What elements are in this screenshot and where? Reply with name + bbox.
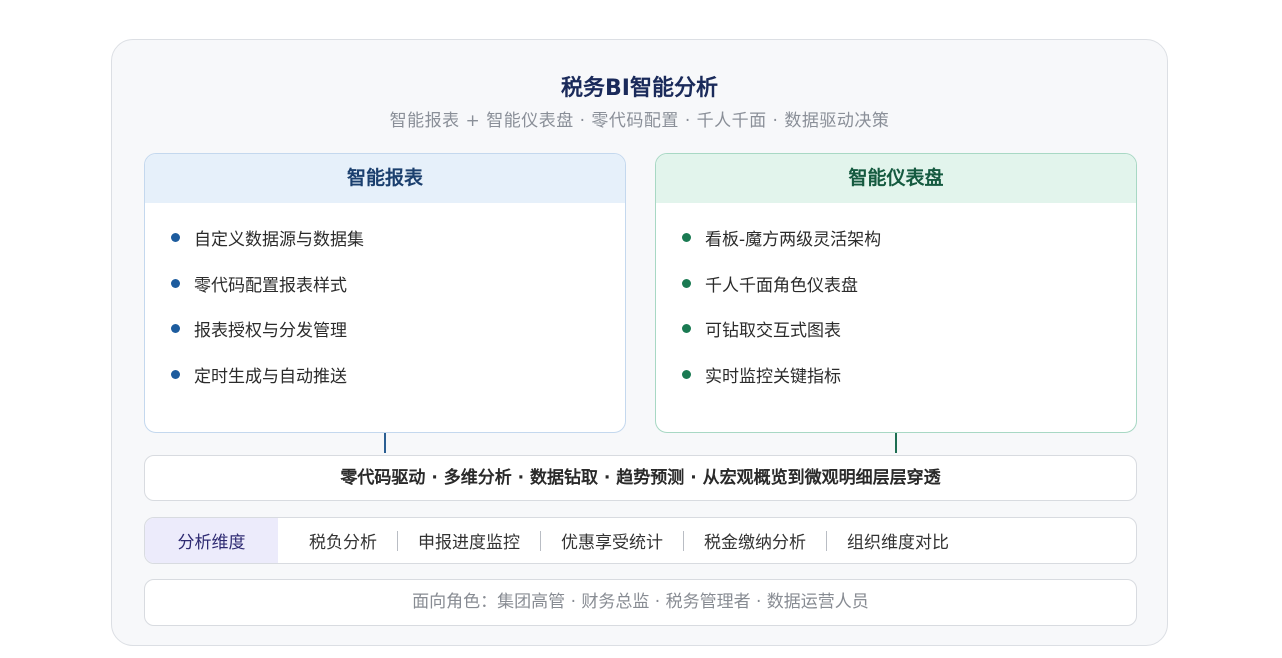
dimensions-list: 税负分析 申报进度监控 优惠享受统计 税金缴纳分析 组织维度对比 [278,518,949,563]
bullet-dot-icon [682,278,691,288]
dimension-item: 优惠享受统计 [561,533,663,553]
dimension-item: 税金缴纳分析 [704,533,806,553]
list-item-label: 定时生成与自动推送 [194,366,347,387]
report-connector-line [384,433,386,453]
list-item-label: 看板-魔方两级灵活架构 [705,230,882,250]
list-item: 零代码配置报表样式 [171,271,625,317]
list-item-label: 报表授权与分发管理 [194,321,347,341]
list-item: 实时监控关键指标 [682,362,1136,408]
list-item-label: 自定义数据源与数据集 [194,230,364,250]
bullet-dot-icon [171,233,180,242]
bullet-dot-icon [682,324,691,333]
list-item: 千人千面角色仪表盘 [682,271,1136,317]
list-item: 定时生成与自动推送 [171,362,625,408]
dimension-item: 申报进度监控 [418,533,520,553]
smart-report-title: 智能报表 [145,154,625,203]
diagram-frame: 税务BI智能分析 智能报表 + 智能仪表盘 · 零代码配置 · 千人千面 · 数… [111,39,1168,646]
dimensions-label: 分析维度 [145,518,278,563]
diagram-title: 税务BI智能分析 [561,76,718,101]
bullet-dot-icon [682,233,691,242]
smart-report-list: 自定义数据源与数据集 零代码配置报表样式 报表授权与分发管理 定时生成与自动推送 [145,203,625,407]
divider [397,530,398,551]
list-item: 自定义数据源与数据集 [171,225,625,271]
divider [683,530,684,551]
bullet-dot-icon [171,324,180,333]
list-item-label: 可钻取交互式图表 [705,321,841,341]
diagram-subtitle: 智能报表 + 智能仪表盘 · 零代码配置 · 千人千面 · 数据驱动决策 [389,111,890,131]
dimensions-bar: 分析维度 税负分析 申报进度监控 优惠享受统计 税金缴纳分析 组织维度对比 [144,517,1137,564]
list-item: 看板-魔方两级灵活架构 [682,225,1136,271]
list-item-label: 实时监控关键指标 [705,366,841,387]
smart-dashboard-title: 智能仪表盘 [656,154,1136,203]
divider [826,530,827,551]
list-item: 报表授权与分发管理 [171,316,625,362]
capabilities-bar: 零代码驱动 · 多维分析 · 数据钻取 · 趋势预测 · 从宏观概览到微观明细层… [144,455,1137,501]
dimension-item: 组织维度对比 [847,533,949,553]
list-item-label: 零代码配置报表样式 [194,275,347,296]
list-item-label: 千人千面角色仪表盘 [705,275,858,296]
list-item: 可钻取交互式图表 [682,316,1136,362]
dimension-item: 税负分析 [309,533,377,553]
smart-dashboard-card: 智能仪表盘 看板-魔方两级灵活架构 千人千面角色仪表盘 可钻取交互式图表 实时监… [655,153,1137,433]
bullet-dot-icon [171,278,180,288]
divider [540,530,541,551]
bullet-dot-icon [171,369,180,379]
bullet-dot-icon [682,369,691,379]
roles-bar: 面向角色：集团高管 · 财务总监 · 税务管理者 · 数据运营人员 [144,579,1137,626]
dashboard-connector-line [895,433,897,453]
smart-dashboard-list: 看板-魔方两级灵活架构 千人千面角色仪表盘 可钻取交互式图表 实时监控关键指标 [656,203,1136,407]
smart-report-card: 智能报表 自定义数据源与数据集 零代码配置报表样式 报表授权与分发管理 定时生成… [144,153,626,433]
